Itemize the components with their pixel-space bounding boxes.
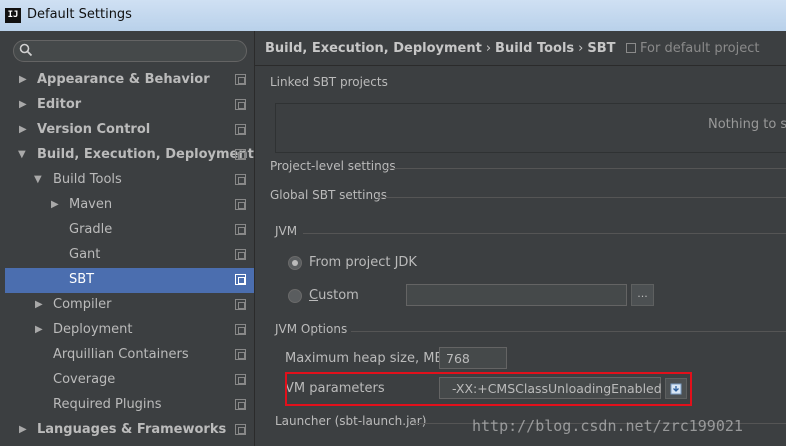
sidebar-item-label: Maven	[69, 197, 113, 212]
project-settings-icon	[235, 424, 246, 435]
intellij-app-icon: IJ	[5, 8, 21, 23]
sidebar-item-label: Arquillian Containers	[53, 347, 189, 362]
sidebar-item-gradle[interactable]: Gradle	[5, 218, 254, 243]
default-project-subtitle: For default project	[626, 41, 759, 56]
section-divider	[377, 197, 786, 198]
sidebar-item-label: Appearance & Behavior	[37, 72, 210, 87]
settings-sidebar: ▶ Appearance & Behavior ▶ Editor ▶ Versi…	[0, 31, 254, 446]
sidebar-item-build-tools[interactable]: ▼ Build Tools	[5, 168, 254, 193]
section-divider	[351, 331, 786, 332]
sidebar-item-deployment[interactable]: ▶ Deployment	[5, 318, 254, 343]
sidebar-item-label: Gradle	[69, 222, 113, 237]
sidebar-item-label: Coverage	[53, 372, 116, 387]
breadcrumb-sbt: SBT	[587, 41, 616, 56]
vm-parameters-highlight-box	[285, 372, 692, 406]
breadcrumb-separator: ›	[578, 41, 584, 56]
project-settings-icon	[235, 249, 246, 260]
sidebar-item-maven[interactable]: ▶ Maven	[5, 193, 254, 218]
collapse-arrow-icon: ▼	[34, 174, 42, 185]
sidebar-item-label: Editor	[37, 97, 82, 112]
breadcrumb-separator: ›	[485, 41, 492, 56]
project-settings-icon	[235, 99, 246, 110]
max-heap-size-field[interactable]: 768	[439, 347, 507, 369]
project-settings-icon	[235, 224, 246, 235]
sidebar-item-version-control[interactable]: ▶ Version Control	[5, 118, 254, 143]
expand-arrow-icon: ▶	[51, 199, 59, 210]
section-divider	[387, 168, 786, 169]
expand-arrow-icon: ▶	[19, 74, 27, 85]
sidebar-item-required-plugins[interactable]: Required Plugins	[5, 393, 254, 418]
from-project-jdk-label[interactable]: From project JDK	[309, 255, 417, 270]
project-settings-icon	[235, 124, 246, 135]
from-project-jdk-radio[interactable]	[288, 256, 302, 270]
sidebar-item-label: Build, Execution, Deployment	[37, 147, 254, 162]
collapse-arrow-icon: ▼	[18, 149, 26, 160]
sidebar-item-compiler[interactable]: ▶ Compiler	[5, 293, 254, 318]
custom-jdk-radio[interactable]	[288, 289, 302, 303]
browse-jdk-button[interactable]: ...	[631, 284, 654, 306]
custom-jdk-path-field[interactable]	[406, 284, 627, 306]
project-settings-icon	[235, 324, 246, 335]
header-divider	[255, 65, 786, 66]
search-icon	[19, 43, 33, 57]
sidebar-item-label: Compiler	[53, 297, 112, 312]
project-settings-icon	[235, 374, 246, 385]
expand-arrow-icon: ▶	[19, 124, 27, 135]
project-settings-icon	[235, 149, 246, 160]
custom-jdk-label[interactable]: Custom	[309, 288, 359, 303]
project-settings-icon	[626, 43, 637, 53]
project-level-settings-title: Project-level settings	[270, 159, 396, 173]
project-settings-icon	[235, 174, 246, 185]
global-sbt-settings-title: Global SBT settings	[270, 188, 387, 202]
breadcrumb-build-tools: Build Tools	[495, 41, 575, 56]
expand-arrow-icon: ▶	[19, 424, 27, 435]
sidebar-item-label: Languages & Frameworks	[37, 422, 227, 437]
sidebar-item-label: Deployment	[53, 322, 133, 337]
sidebar-item-languages-frameworks[interactable]: ▶ Languages & Frameworks	[5, 418, 254, 443]
project-settings-icon	[235, 399, 246, 410]
sidebar-item-editor[interactable]: ▶ Editor	[5, 93, 254, 118]
project-settings-icon	[235, 199, 246, 210]
project-settings-icon	[235, 349, 246, 360]
breadcrumb: Build, Execution, Deployment › Build Tools…	[265, 41, 759, 56]
section-divider	[303, 233, 786, 234]
sidebar-item-label: SBT	[69, 272, 95, 287]
window-title: Default Settings	[27, 7, 132, 22]
empty-list-text: Nothing to sh	[708, 117, 786, 132]
sidebar-item-gant[interactable]: Gant	[5, 243, 254, 268]
sidebar-item-label: Gant	[69, 247, 101, 262]
jvm-section-title: JVM	[275, 224, 298, 238]
linked-sbt-projects-title: Linked SBT projects	[270, 75, 388, 89]
sidebar-item-label: Required Plugins	[53, 397, 162, 412]
linked-projects-list[interactable]: Nothing to sh	[275, 103, 786, 153]
expand-arrow-icon: ▶	[35, 299, 43, 310]
search-input[interactable]	[13, 40, 247, 62]
project-settings-icon	[235, 274, 246, 285]
sidebar-item-build-execution-deployment[interactable]: ▼ Build, Execution, Deployment	[5, 143, 254, 168]
project-settings-icon	[235, 74, 246, 85]
project-settings-icon	[235, 299, 246, 310]
sidebar-item-coverage[interactable]: Coverage	[5, 368, 254, 393]
sidebar-item-sbt[interactable]: SBT	[5, 268, 254, 293]
expand-arrow-icon: ▶	[19, 99, 27, 110]
launcher-section-title: Launcher (sbt-launch.jar)	[275, 414, 427, 428]
sidebar-item-arquillian-containers[interactable]: Arquillian Containers	[5, 343, 254, 368]
sidebar-item-label: Build Tools	[53, 172, 122, 187]
sidebar-item-label: Version Control	[37, 122, 151, 137]
max-heap-size-label: Maximum heap size, MB	[285, 351, 444, 366]
jvm-options-title: JVM Options	[275, 322, 348, 336]
sidebar-item-appearance-behavior[interactable]: ▶ Appearance & Behavior	[5, 68, 254, 93]
watermark: http://blog.csdn.net/zrc199021	[472, 417, 743, 435]
breadcrumb-build-execution-deployment: Build, Execution, Deployment	[265, 41, 482, 56]
window-titlebar: IJ Default Settings	[0, 0, 786, 32]
expand-arrow-icon: ▶	[35, 324, 43, 335]
